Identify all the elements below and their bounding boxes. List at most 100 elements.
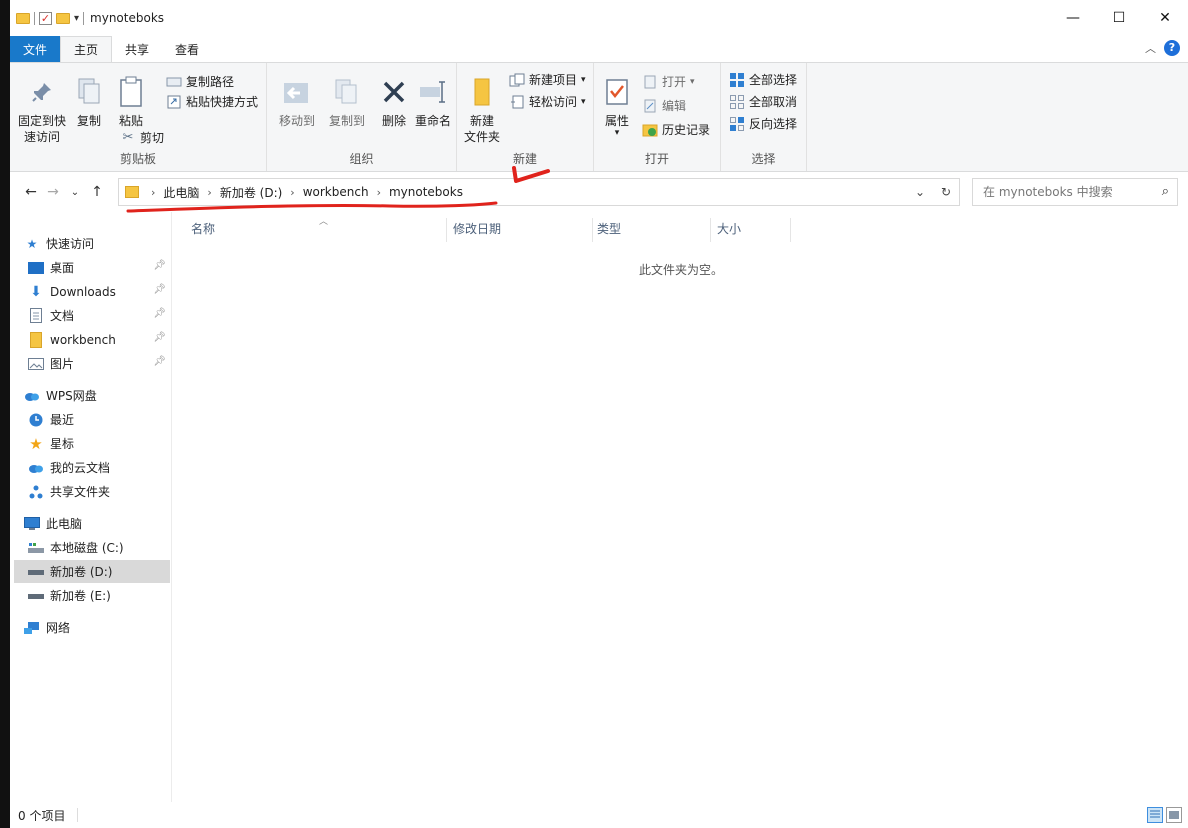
nav-item-quick-access[interactable]: ★ 快速访问: [14, 232, 170, 255]
nav-item-documents[interactable]: 文档 📌︎: [14, 304, 170, 327]
cut-button[interactable]: ✂ 剪切: [120, 129, 164, 146]
nav-label: 星标: [50, 437, 75, 451]
tab-file[interactable]: 文件: [10, 36, 60, 62]
drive-icon: [28, 588, 44, 604]
paste-button[interactable]: 粘贴: [114, 75, 148, 129]
tab-home[interactable]: 主页: [60, 36, 113, 62]
clipboard-icon: [115, 75, 147, 109]
nav-item-volume-d[interactable]: 新加卷 (D:): [14, 560, 170, 583]
nav-label: 网络: [46, 621, 71, 635]
open-button[interactable]: 打开 ▾: [642, 73, 695, 90]
pin-icon[interactable]: 📌︎: [153, 260, 166, 271]
search-input[interactable]: [983, 185, 1153, 199]
nav-item-shared-folder[interactable]: 共享文件夹: [14, 480, 170, 503]
pin-quick-access-button[interactable]: 固定到快 速访问: [14, 75, 70, 145]
column-header-type[interactable]: 类型: [597, 220, 621, 237]
delete-button[interactable]: 删除: [377, 75, 411, 129]
column-header-size[interactable]: 大小: [717, 220, 741, 237]
invert-selection-button[interactable]: 反向选择: [729, 115, 797, 132]
nav-item-volume-e[interactable]: 新加卷 (E:): [14, 584, 170, 607]
pin-icon[interactable]: 📌︎: [153, 308, 166, 319]
pin-icon[interactable]: 📌︎: [153, 356, 166, 367]
breadcrumb-separator-icon[interactable]: ›: [207, 186, 211, 199]
group-select: 全部选择 全部取消 反向选择 选择: [721, 63, 807, 171]
delete-label: 删除: [381, 114, 406, 128]
tab-view[interactable]: 查看: [162, 36, 212, 62]
easy-access-button[interactable]: 轻松访问 ▾: [509, 93, 586, 110]
column-divider[interactable]: [446, 218, 447, 242]
select-none-button[interactable]: 全部取消: [729, 93, 797, 110]
collapse-ribbon-chevron-icon[interactable]: ︿: [1145, 40, 1156, 56]
recent-locations-chevron-icon[interactable]: ⌄: [64, 187, 86, 198]
search-icon[interactable]: ⌕: [1162, 184, 1169, 199]
nav-item-recent[interactable]: 最近: [14, 408, 170, 431]
nav-item-desktop[interactable]: 桌面 📌︎: [14, 256, 170, 279]
select-all-button[interactable]: 全部选择: [729, 71, 797, 88]
download-arrow-icon: ⬇: [30, 283, 42, 300]
copy-button[interactable]: 复制: [72, 75, 106, 129]
column-header-modified[interactable]: 修改日期: [453, 220, 501, 237]
edit-button[interactable]: 编辑: [642, 97, 686, 114]
nav-item-local-c[interactable]: 本地磁盘 (C:): [14, 536, 170, 559]
column-divider[interactable]: [710, 218, 711, 242]
new-item-label: 新建项目: [529, 73, 578, 87]
nav-item-workbench[interactable]: workbench 📌︎: [14, 328, 170, 351]
search-box[interactable]: ⌕: [972, 178, 1178, 206]
breadcrumb-workbench[interactable]: workbench: [303, 185, 369, 199]
breadcrumb-this-pc[interactable]: 此电脑: [163, 184, 199, 201]
copy-to-button[interactable]: 复制到: [323, 75, 371, 129]
properties-check-icon[interactable]: ✓: [39, 11, 52, 25]
large-icons-view-icon[interactable]: [1166, 807, 1182, 823]
rename-button[interactable]: 重命名: [413, 75, 453, 129]
new-folder-icon[interactable]: [56, 12, 70, 24]
tab-share[interactable]: 共享: [112, 36, 162, 62]
nav-item-pictures[interactable]: 图片 📌︎: [14, 352, 170, 375]
paste-shortcut-button[interactable]: 粘贴快捷方式: [166, 93, 258, 110]
select-group-label: 选择: [751, 152, 776, 166]
details-view-icon[interactable]: [1147, 807, 1163, 823]
new-folder-button[interactable]: 新建 文件夹: [461, 75, 503, 145]
column-header-name[interactable]: 名称: [191, 220, 215, 237]
network-icon: [24, 620, 40, 636]
new-item-button[interactable]: 新建项目 ▾: [509, 71, 586, 88]
breadcrumb-separator-icon[interactable]: ›: [377, 186, 381, 199]
nav-item-my-cloud-docs[interactable]: 我的云文档: [14, 456, 170, 479]
clipboard-group-label: 剪贴板: [119, 152, 156, 166]
close-button[interactable]: ✕: [1142, 0, 1188, 36]
address-history-chevron-icon[interactable]: ⌄: [907, 185, 933, 199]
customize-toolbar-dropdown-icon[interactable]: ▾: [74, 13, 79, 24]
nav-item-downloads[interactable]: ⬇ Downloads 📌︎: [14, 280, 170, 303]
maximize-button[interactable]: ☐: [1096, 0, 1142, 36]
minimize-button[interactable]: —: [1050, 0, 1096, 36]
nav-label: 本地磁盘 (C:): [50, 541, 124, 555]
pin-icon[interactable]: 📌︎: [153, 332, 166, 343]
ribbon-right-tools: ︿ ?: [1145, 40, 1180, 56]
move-to-button[interactable]: 移动到: [273, 75, 321, 129]
breadcrumb-separator-icon[interactable]: ›: [151, 186, 155, 199]
history-button[interactable]: 历史记录: [642, 121, 710, 138]
nav-label: 最近: [50, 413, 75, 427]
breadcrumb-separator-icon[interactable]: ›: [290, 186, 294, 199]
nav-item-network[interactable]: 网络: [14, 616, 170, 639]
nav-item-wps-cloud[interactable]: WPS网盘: [14, 384, 170, 407]
explorer-window: ✓ ▾ mynoteboks — ☐ ✕ 文件 主页 共享 查看 ︿ ? 固定到…: [10, 0, 1188, 828]
move-to-label: 移动到: [278, 114, 315, 128]
copy-path-button[interactable]: 复制路径: [166, 73, 234, 90]
address-bar[interactable]: › 此电脑 › 新加卷 (D:) › workbench › mynotebok…: [118, 178, 960, 206]
column-divider[interactable]: [790, 218, 791, 242]
new-folder-label-line1: 新建: [469, 114, 494, 128]
properties-button[interactable]: 属性 ▾: [600, 75, 634, 138]
forward-arrow-icon[interactable]: →: [42, 184, 64, 200]
help-icon[interactable]: ?: [1164, 40, 1180, 56]
breadcrumb-mynoteboks[interactable]: mynoteboks: [389, 185, 463, 199]
nav-item-this-pc[interactable]: 此电脑: [14, 512, 170, 535]
nav-item-starred[interactable]: ★ 星标: [14, 432, 170, 455]
up-arrow-icon[interactable]: ↑: [86, 184, 108, 200]
back-arrow-icon[interactable]: ←: [20, 184, 42, 200]
column-divider[interactable]: [592, 218, 593, 242]
breadcrumb-drive-d[interactable]: 新加卷 (D:): [220, 184, 282, 201]
document-icon: [28, 308, 44, 324]
pin-icon[interactable]: 📌︎: [153, 284, 166, 295]
title-bar: ✓ ▾ mynoteboks — ☐ ✕: [10, 0, 1188, 36]
refresh-icon[interactable]: ↻: [933, 185, 959, 199]
